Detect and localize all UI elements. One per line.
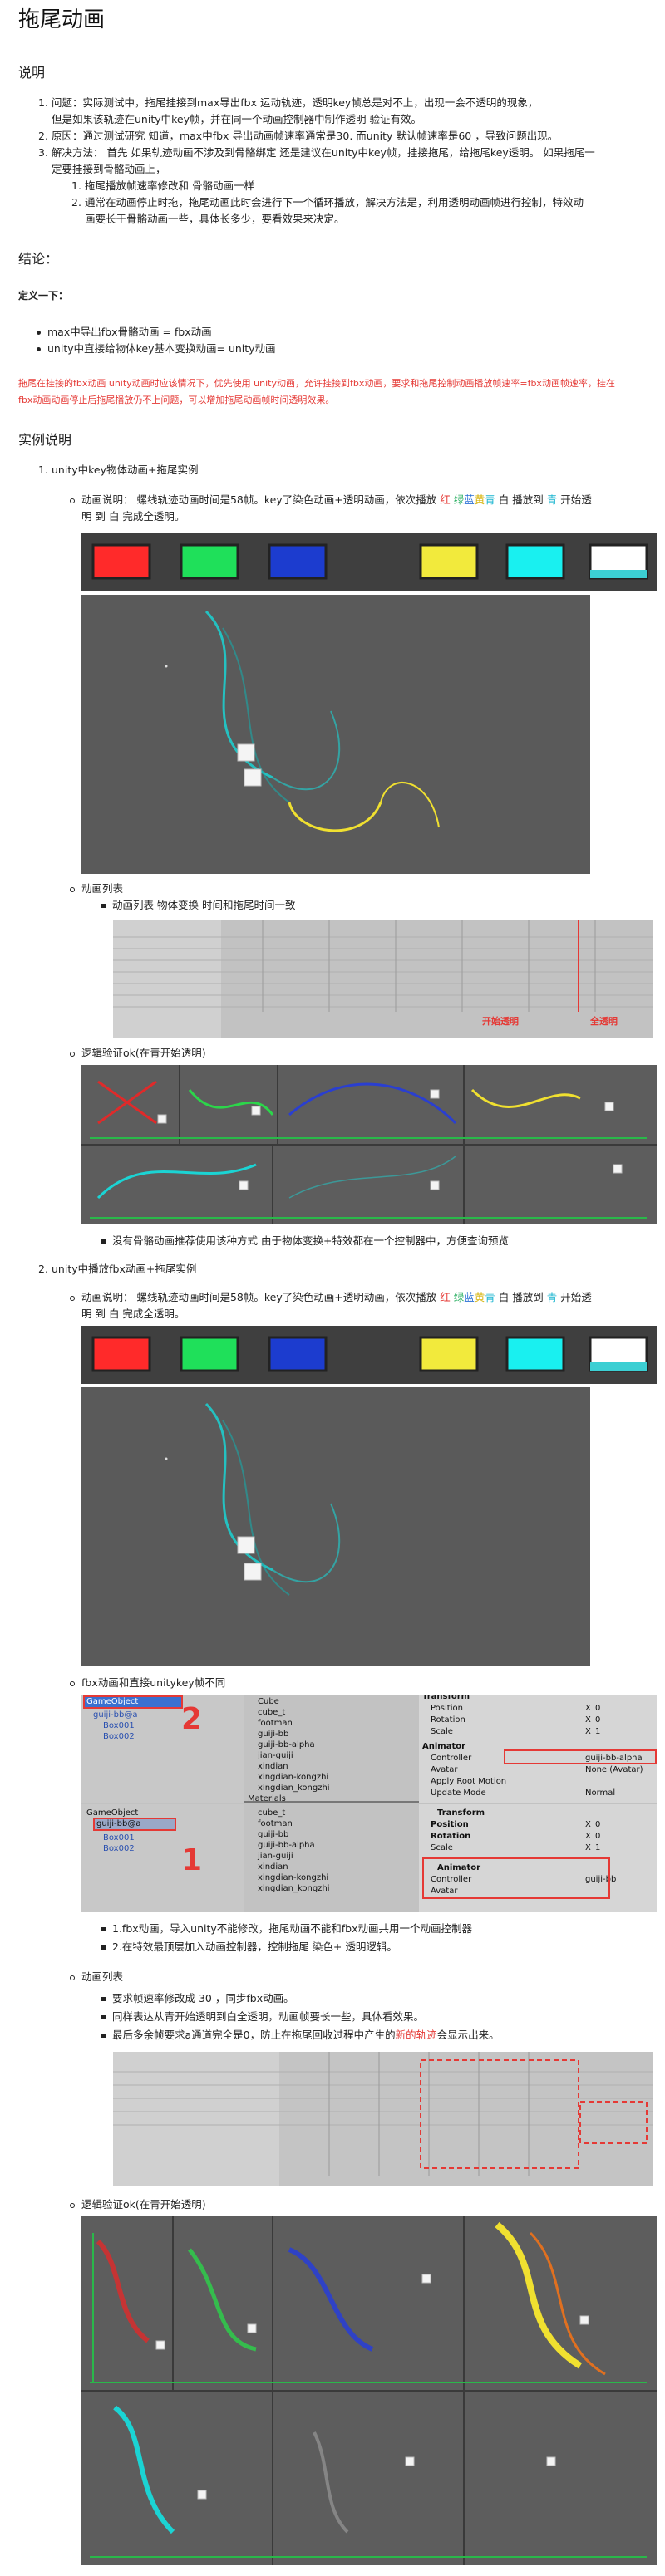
explain-sub-1-num: 1. xyxy=(71,179,81,192)
hierarchy-box001-2[interactable]: Box001 xyxy=(103,1833,135,1843)
hierarchy-box002-2[interactable]: Box002 xyxy=(103,1843,135,1854)
explain-item-1-num: 1. xyxy=(38,96,48,109)
explain-item-2-num: 2. xyxy=(38,130,48,142)
hierarchy-box002[interactable]: Box002 xyxy=(103,1731,135,1742)
example1-desc: 动画说明： 螺线轨迹动画时间是58帧。key了染色动画+透明动画，依次播放 红 … xyxy=(70,492,592,508)
example2-list-b3: 最后多余帧要求a通道完全是0，防止在拖尾回收过程中产生的新的轨迹会显示出来。 xyxy=(101,2027,500,2044)
example2-desc: 动画说明： 螺线轨迹动画时间是58帧。key了染色动画+透明动画，依次播放 红 … xyxy=(70,1289,592,1306)
example2-desc-line2: 明 到 白 完成全透明。 xyxy=(81,1308,185,1320)
example2-num: 2. xyxy=(38,1263,48,1275)
hierarchy-guiji[interactable]: guiji-bb@a xyxy=(93,1710,137,1720)
example2-diff-label: fbx动画和直接unitykey帧不同 xyxy=(70,1675,225,1691)
explain-item-3-num: 3. xyxy=(38,146,48,159)
example1-logic-label: 逻辑验证ok(在青开始透明) xyxy=(70,1045,206,1062)
example1-num: 1. xyxy=(38,464,48,476)
marker-2: 2 xyxy=(181,1702,203,1736)
marker-1: 1 xyxy=(181,1843,203,1877)
explain-item-3: 解决方法： 首先 如果轨迹动画不涉及到骨骼绑定 还是建议在unity中key帧，… xyxy=(52,146,595,159)
example2-list-label: 动画列表 xyxy=(70,1969,123,1985)
swatch-yellow xyxy=(419,543,479,580)
swatch-cyan xyxy=(505,543,565,580)
explain-heading: 说明 xyxy=(18,65,46,81)
swatch-blue xyxy=(268,543,328,580)
cube-icon xyxy=(244,768,262,787)
definition-label: 定义一下： xyxy=(18,290,69,302)
example2-logic-label: 逻辑验证ok(在青开始透明) xyxy=(70,2196,206,2213)
warning-line-2: fbx动画动画停止后拖尾播放仍不上问题，可以增加拖尾动画帧时间透明效果。 xyxy=(18,395,335,405)
logic-grid-1 xyxy=(81,1065,657,1224)
explain-item-3b: 定要挂接到骨骼动画上， xyxy=(52,163,166,175)
logic-grid-2 xyxy=(81,2216,657,2565)
cube-icon xyxy=(237,743,255,762)
explain-sub-2-num: 2. xyxy=(71,196,81,209)
swatch-white xyxy=(589,543,648,580)
scene-viewport-2 xyxy=(81,1387,590,1666)
page-title: 拖尾动画 xyxy=(18,7,106,32)
inspector-panel-1: Transform Position X 0 Rotation X 0 Scal… xyxy=(419,1695,657,1803)
example2-list-b1: 要求帧速率修改成 30 ，同步fbx动画。 xyxy=(101,1990,294,2007)
fbx-note-1: 1.fbx动画，导入unity不能修改，拖尾动画不能和fbx动画共用一个动画控制… xyxy=(101,1921,472,1937)
highlight-box xyxy=(83,1695,183,1709)
warning-line-1: 拖尾在挂接的fbx动画 unity动画时应该情况下，优先使用 unity动画，允… xyxy=(18,378,615,389)
timeline-panel-1: 开始透明 全透明 xyxy=(113,920,653,1038)
swatch-red xyxy=(91,543,151,580)
timeline-panel-2 xyxy=(113,2052,653,2186)
example1-note: 没有骨骼动画推荐使用该种方式 由于物体变换+特效都在一个控制器中，方便查询预览 xyxy=(101,1233,509,1249)
cube-icon xyxy=(237,1536,255,1554)
hierarchy-box001[interactable]: Box001 xyxy=(103,1720,135,1731)
definition-bullet-2: unity中直接给物体key基本变换动画= unity动画 xyxy=(37,341,276,357)
example1-list-label: 动画列表 xyxy=(70,881,123,897)
explain-sub-2: 通常在动画停止时拖，拖尾动画此时会进行下一个循环播放，解决方法是，利用透明动画帧… xyxy=(85,196,584,209)
example1-desc-line2: 明 到 白 完成全透明。 xyxy=(81,510,185,523)
example2-list-b2: 同样表达从青开始透明到白全透明，动画帧要长一些，具体看效果。 xyxy=(101,2009,424,2025)
color-swatch-strip-2 xyxy=(81,1326,657,1384)
explain-sub-2b: 画要长于骨骼动画一些，具体长多少，要看效果来决定。 xyxy=(85,213,345,225)
inspector-comparison: GameObject guiji-bb@a Box001 Box002 2 Cu… xyxy=(81,1695,657,1912)
cube-icon xyxy=(244,1563,262,1581)
scene-viewport-1 xyxy=(81,595,590,874)
example2-heading: unity中播放fbx动画+拖尾实例 xyxy=(52,1263,197,1275)
example1-list-bullet: 动画列表 物体变换 时间和拖尾时间一致 xyxy=(101,897,295,914)
project-assets-1: Cube cube_t footman guiji-bb guiji-bb-al… xyxy=(248,1697,330,1803)
project-assets-2: cube_t footman guiji-bb guiji-bb-alpha j… xyxy=(258,1808,330,1893)
explain-sub-1: 拖尾播放帧速率修改和 骨骼动画一样 xyxy=(85,179,254,192)
examples-heading: 实例说明 xyxy=(18,432,72,448)
anno-start-transparent: 开始透明 xyxy=(482,1016,519,1027)
conclusion-heading: 结论： xyxy=(18,251,59,267)
color-swatch-strip xyxy=(81,533,657,591)
explain-item-1: 问题：实际测试中，拖尾挂接到max导出fbx 运动轨迹，透明key帧总是对不上，… xyxy=(52,96,539,109)
explain-item-2: 原因：通过测试研究 知道，max中fbx 导出动画帧速率通常是30. 而unit… xyxy=(52,130,559,142)
fbx-note-2: 2.在特效最顶层加入动画控制器，控制拖尾 染色+ 透明逻辑。 xyxy=(101,1939,397,1955)
anno-full-transparent: 全透明 xyxy=(590,1016,618,1027)
definition-bullet-1: max中导出fbx骨骼动画 = fbx动画 xyxy=(37,324,212,341)
example1-heading: unity中key物体动画+拖尾实例 xyxy=(52,464,199,476)
swatch-green xyxy=(180,543,239,580)
explain-item-1b: 但是如果该轨迹在unity中key帧，并在同一个动画控制器中制作透明 验证有效。 xyxy=(52,113,421,125)
inspector-panel-2: Transform Position X 0 Rotation X 0 Scal… xyxy=(419,1804,657,1912)
